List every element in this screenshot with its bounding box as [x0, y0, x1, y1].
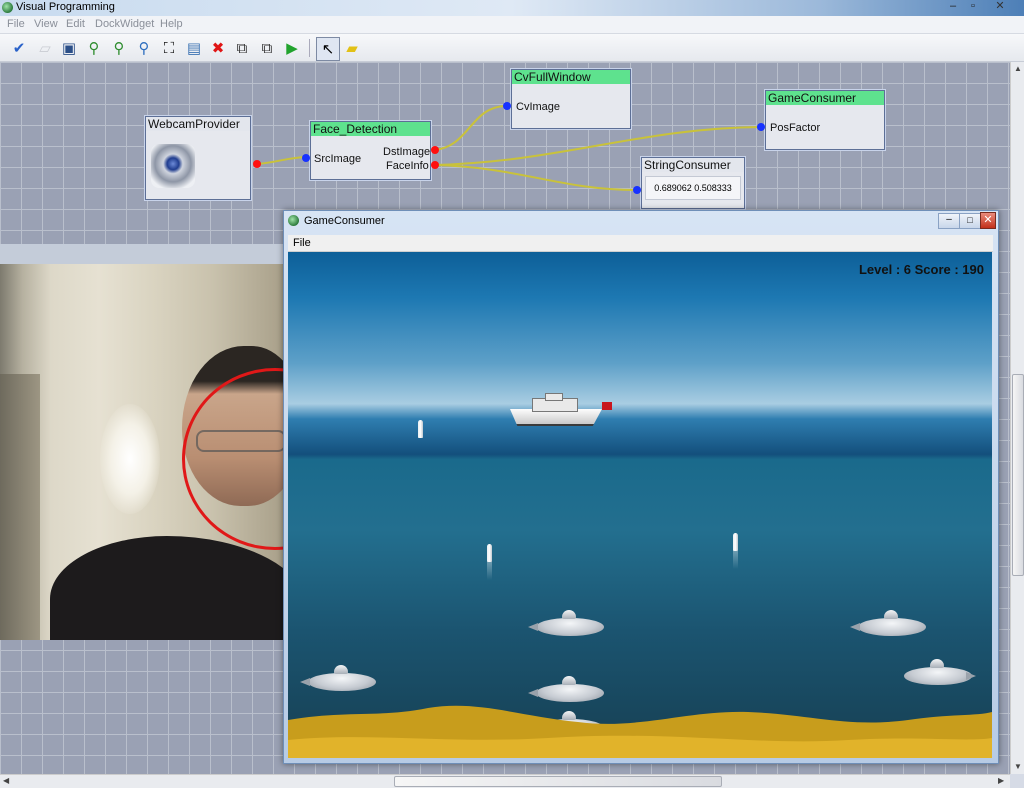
menu-edit[interactable]: Edit — [66, 18, 85, 30]
stringconsumer-node[interactable]: StringConsumer 0.689062 0.508333 — [641, 157, 745, 209]
game-scene[interactable]: Level : 6 Score : 190 — [288, 252, 992, 758]
port-label-cvimage: CvImage — [516, 101, 561, 113]
paste-icon[interactable]: ⧉ — [257, 38, 277, 58]
string-input-port[interactable] — [633, 186, 641, 194]
port-label-dstimage: DstImage — [383, 146, 431, 158]
webcam-output-port[interactable] — [253, 160, 261, 168]
toolbar-separator — [309, 39, 310, 57]
menu-help[interactable]: Help — [160, 18, 183, 30]
scroll-left-icon[interactable]: ◀ — [3, 776, 9, 785]
submarine — [528, 610, 604, 636]
run-icon[interactable]: ▶ — [282, 38, 302, 58]
face-input-port[interactable] — [302, 154, 310, 162]
game-input-port[interactable] — [757, 123, 765, 131]
horizontal-scrollbar[interactable]: ◀ ▶ — [0, 774, 1010, 788]
node-title: GameConsumer — [766, 91, 884, 105]
window-title: Visual Programming — [16, 1, 115, 13]
submarine — [904, 659, 972, 685]
vertical-scroll-thumb[interactable] — [1012, 374, 1024, 576]
save-icon[interactable]: ▣ — [59, 38, 79, 58]
zoom-in-icon[interactable]: ⚲ — [109, 38, 129, 58]
zoom-out-icon[interactable]: ⚲ — [134, 38, 154, 58]
ship — [510, 393, 620, 429]
new-file-icon[interactable]: ▱ — [35, 38, 55, 58]
rocket-trail — [487, 562, 492, 580]
horizontal-scroll-thumb[interactable] — [394, 776, 722, 787]
app-icon — [2, 2, 13, 13]
zoom-fit-icon[interactable]: ⚲ — [84, 38, 104, 58]
app-icon — [288, 215, 299, 226]
cvwindow-input-port[interactable] — [503, 102, 511, 110]
delete-icon[interactable]: ✖ — [208, 38, 228, 58]
close-button[interactable]: ✕ — [988, 0, 1012, 14]
menu-view[interactable]: View — [34, 18, 58, 30]
maximize-button[interactable]: □ — [959, 213, 981, 229]
person-hoodie — [50, 536, 283, 640]
toolbar: ✔ ▱ ▣ ⚲ ⚲ ⚲ ⛶ ▤ ✖ ⧉ ⧉ ▶ ↖ ▰ — [0, 34, 1024, 62]
face-faceinfo-port[interactable] — [431, 161, 439, 169]
ceiling-light — [100, 404, 160, 514]
camera-icon[interactable]: ▤ — [184, 38, 204, 58]
title-bar: Visual Programming – ▫ ✕ — [0, 0, 1024, 16]
cv-window-titlebar[interactable] — [0, 244, 283, 265]
webcam-icon — [151, 144, 195, 188]
scroll-up-icon[interactable]: ▲ — [1014, 64, 1022, 73]
menu-dockwidget[interactable]: DockWidget — [95, 18, 154, 30]
rocket — [487, 544, 492, 562]
pointer-icon[interactable]: ↖ — [316, 37, 340, 61]
fullscreen-icon[interactable]: ⛶ — [159, 38, 179, 58]
webcam-preview — [0, 264, 283, 640]
game-window[interactable]: GameConsumer – □ ✕ File Level : 6 Score … — [283, 210, 999, 764]
webcam-provider-node[interactable]: WebcamProvider — [145, 116, 251, 200]
vertical-scrollbar[interactable]: ▲ ▼ — [1010, 62, 1024, 774]
face-detection-node[interactable]: Face_Detection SrcImage DstImage FaceInf… — [310, 121, 431, 180]
copy-icon[interactable]: ⧉ — [232, 38, 252, 58]
rocket — [733, 533, 738, 551]
menu-file[interactable]: File — [7, 18, 25, 30]
gameconsumer-node[interactable]: GameConsumer PosFactor — [765, 90, 885, 150]
port-label-srcimage: SrcImage — [314, 153, 362, 165]
restore-button[interactable]: ▫ — [964, 0, 982, 14]
curtain — [0, 374, 40, 640]
node-title: CvFullWindow — [512, 70, 630, 84]
rocket-trail — [733, 551, 738, 569]
game-window-title: GameConsumer — [304, 215, 385, 227]
node-title: WebcamProvider — [146, 117, 250, 131]
cvfullwindow-node[interactable]: CvFullWindow CvImage — [511, 69, 631, 129]
submarine — [300, 665, 376, 691]
game-menu-bar: File — [288, 235, 993, 252]
score-hud: Level : 6 Score : 190 — [858, 262, 984, 277]
pin-icon[interactable]: ✔ — [9, 38, 29, 58]
sea-floor — [288, 705, 992, 758]
node-title: Face_Detection — [311, 122, 430, 136]
port-label-faceinfo: FaceInfo — [386, 160, 429, 172]
submarine — [850, 610, 926, 636]
node-title: StringConsumer — [642, 158, 744, 172]
string-value-box: 0.689062 0.508333 — [645, 176, 741, 200]
close-button[interactable]: ✕ — [980, 212, 996, 229]
menu-bar: File View Edit DockWidget Help — [0, 16, 1024, 34]
rocket — [418, 420, 423, 438]
scroll-down-icon[interactable]: ▼ — [1014, 762, 1022, 771]
minimize-button[interactable]: – — [938, 213, 960, 229]
note-icon[interactable]: ▰ — [342, 38, 362, 58]
game-menu-file[interactable]: File — [293, 237, 311, 249]
scroll-right-icon[interactable]: ▶ — [998, 776, 1004, 785]
port-label-posfactor: PosFactor — [770, 122, 821, 134]
face-dstimage-port[interactable] — [431, 146, 439, 154]
minimize-button[interactable]: – — [944, 0, 962, 14]
